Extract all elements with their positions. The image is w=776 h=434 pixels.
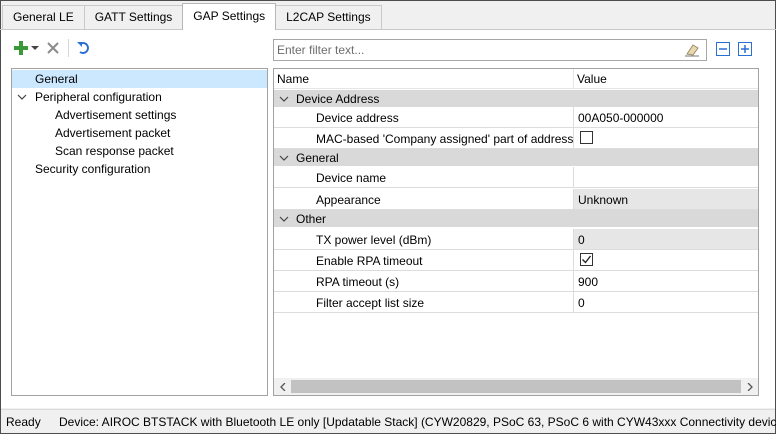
property-value-field[interactable]: 00A050-000000 [573,107,758,127]
horizontal-scrollbar[interactable] [274,378,758,395]
tree-actions [716,42,754,58]
tab-l2cap-settings[interactable]: L2CAP Settings [275,5,382,29]
property-value: 0 [578,233,585,247]
column-header-value[interactable]: Value [577,72,607,86]
tree-item-label: Advertisement packet [55,126,171,140]
property-value: Unknown [578,193,629,207]
status-bar: Ready Device: AIROC BTSTACK with Bluetoo… [1,409,776,433]
category-label: General [296,151,339,165]
filter-box [273,39,707,61]
dropdown-arrow-icon[interactable] [30,39,40,57]
column-header-name[interactable]: Name [277,72,309,86]
tree-item-label: Scan response packet [55,144,174,158]
checkmark-icon [582,255,592,264]
scroll-right-icon[interactable] [741,378,758,395]
delete-icon[interactable] [44,39,62,57]
tree-item-general[interactable]: General [12,70,267,88]
toolbar [12,38,93,58]
category-general[interactable]: General [274,149,758,166]
tree-item-label: General [35,72,78,86]
collapse-all-icon[interactable] [716,42,732,58]
property-name: Device address [316,111,399,125]
category-other[interactable]: Other [274,210,758,227]
device-name-input[interactable] [573,167,758,187]
tree-item-advertisement-packet[interactable]: Advertisement packet [12,124,267,142]
scrollbar-thumb[interactable] [291,380,741,393]
filter-accept-list-size-input[interactable]: 0 [573,292,758,312]
property-grid: Name Value Device Address Device address… [273,68,759,396]
property-name: MAC-based 'Company assigned' part of add… [316,132,574,146]
tab-bar: General LE GATT Settings GAP Settings L2… [2,3,382,30]
status-device: Device: AIROC BTSTACK with Bluetooth LE … [59,415,776,429]
appearance-select[interactable]: Unknown [573,189,758,209]
mac-based-checkbox[interactable] [580,131,593,144]
property-value-field[interactable] [573,250,758,270]
category-label: Device Address [296,92,380,106]
filter-input[interactable] [274,40,674,60]
chevron-down-icon[interactable] [279,153,289,163]
expand-all-icon[interactable] [738,42,754,58]
config-tree: General Peripheral configuration Adverti… [11,68,268,396]
status-state: Ready [6,415,41,429]
category-device-address[interactable]: Device Address [274,90,758,107]
property-value-field[interactable] [573,128,758,148]
enable-rpa-timeout-checkbox[interactable] [580,253,593,266]
property-row: TX power level (dBm) 0 [274,229,758,250]
property-name: RPA timeout (s) [316,275,400,289]
tree-item-scan-response-packet[interactable]: Scan response packet [12,142,267,160]
tree-item-label: Advertisement settings [55,108,177,122]
scroll-left-icon[interactable] [274,378,291,395]
tab-gap-settings[interactable]: GAP Settings [182,3,277,30]
property-value: 0 [578,296,585,310]
tree-item-security-configuration[interactable]: Security configuration [12,160,267,178]
property-name: Appearance [316,193,381,207]
property-row: Enable RPA timeout [274,250,758,271]
chevron-down-icon[interactable] [279,214,289,224]
chevron-down-icon[interactable] [17,92,27,102]
property-value: 900 [578,275,599,289]
tree-item-label: Peripheral configuration [35,90,162,104]
property-name: Filter accept list size [316,296,425,310]
clear-filter-icon[interactable] [684,42,700,61]
undo-icon[interactable] [75,39,93,57]
tab-divider [0,29,776,30]
rpa-timeout-input[interactable]: 900 [573,271,758,291]
property-row: MAC-based 'Company assigned' part of add… [274,128,758,149]
grid-header: Name Value [274,69,758,89]
tree-item-peripheral-configuration[interactable]: Peripheral configuration [12,88,267,106]
property-name: TX power level (dBm) [316,233,432,247]
property-row: RPA timeout (s) 900 [274,271,758,292]
column-splitter[interactable] [573,69,574,89]
property-row: Device address 00A050-000000 [274,107,758,128]
tab-gatt-settings[interactable]: GATT Settings [83,5,184,29]
property-name: Device name [316,171,387,185]
property-row: Filter accept list size 0 [274,292,758,313]
property-value-field[interactable]: 0 [573,229,758,249]
add-icon[interactable] [12,39,30,57]
tree-item-advertisement-settings[interactable]: Advertisement settings [12,106,267,124]
property-row: Appearance Unknown [274,189,758,210]
property-name: Enable RPA timeout [316,254,423,268]
toolbar-separator [68,39,69,57]
category-label: Other [296,212,327,226]
property-value: 00A050-000000 [578,111,664,125]
tree-item-label: Security configuration [35,162,151,176]
property-row: Device name [274,167,758,188]
chevron-down-icon[interactable] [279,94,289,104]
tab-general-le[interactable]: General LE [2,5,85,29]
